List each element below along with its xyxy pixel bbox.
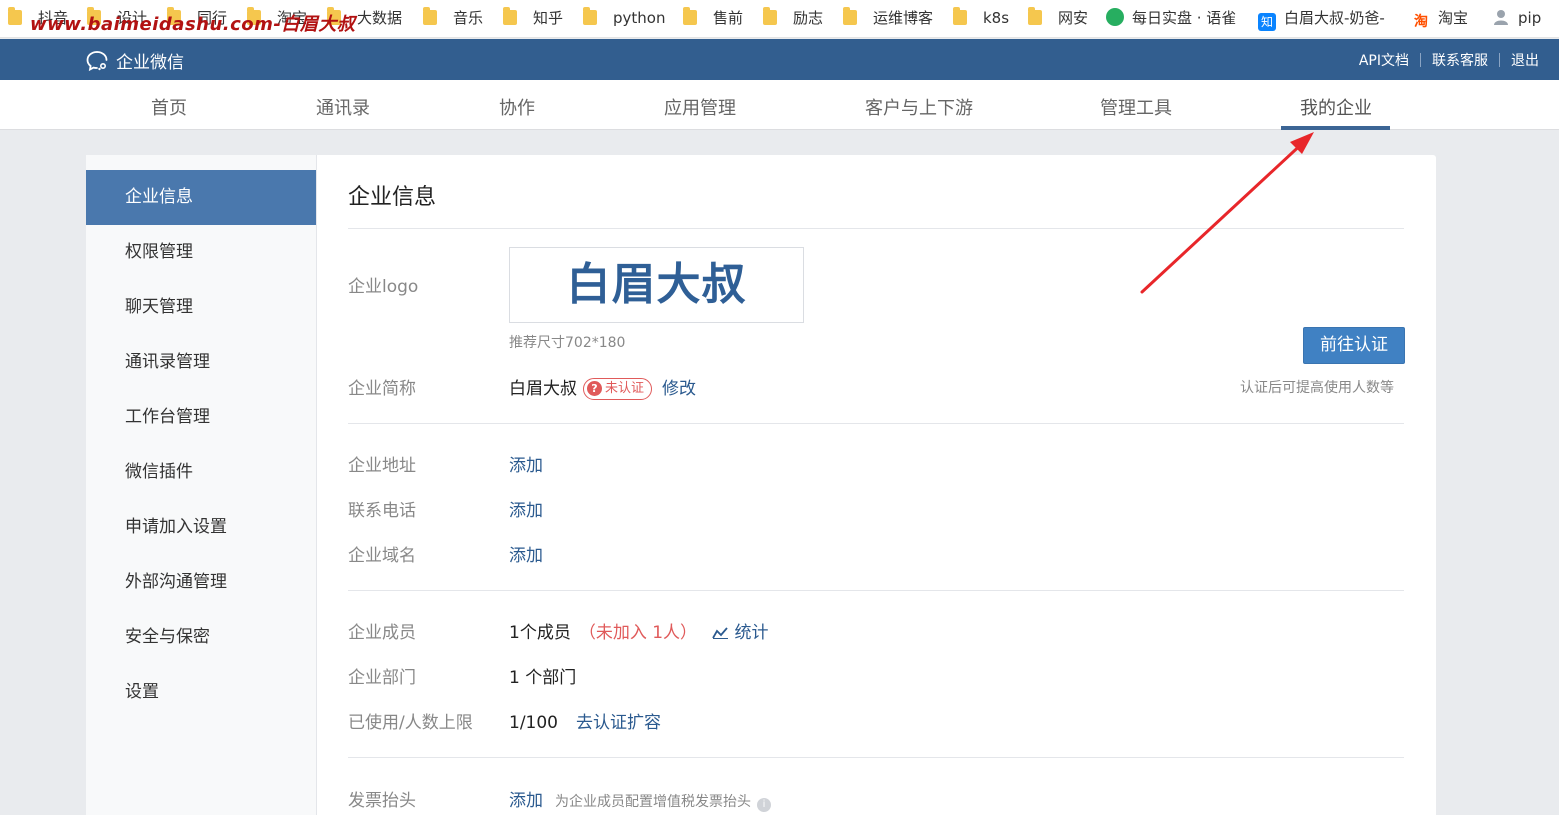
logout-link[interactable]: 退出 bbox=[1511, 50, 1539, 70]
bookmark-item[interactable]: pip bbox=[1492, 8, 1541, 28]
user-icon bbox=[1492, 8, 1510, 26]
stats-icon bbox=[712, 627, 729, 639]
bookmark-item[interactable]: 音乐 bbox=[423, 7, 483, 28]
members-label: 企业成员 bbox=[348, 623, 416, 643]
phone-label: 联系电话 bbox=[348, 501, 416, 521]
sidebar: 企业信息 权限管理 聊天管理 通讯录管理 工作台管理 微信插件 申请加入设置 外… bbox=[86, 155, 317, 815]
usage-label: 已使用/人数上限 bbox=[348, 713, 473, 733]
tab-my-enterprise[interactable]: 我的企业 bbox=[1300, 94, 1372, 120]
address-label: 企业地址 bbox=[348, 456, 416, 476]
taobao-icon: 淘 bbox=[1414, 14, 1428, 30]
add-invoice-link[interactable]: 添加 bbox=[509, 791, 543, 811]
invoice-row: 添加 为企业成员配置增值税发票抬头 i bbox=[509, 786, 771, 812]
divider bbox=[1499, 53, 1500, 67]
bookmark-item[interactable]: 每日实盘 · 语雀 bbox=[1106, 8, 1236, 28]
bookmarks-bar: 抖音 设计 同行 淘宝 大数据 音乐 知乎 python 售前 励志 运维博客 … bbox=[0, 0, 1559, 38]
members-count: 1个成员 bbox=[509, 623, 571, 643]
short-name-label: 企业简称 bbox=[348, 379, 416, 399]
contact-support-link[interactable]: 联系客服 bbox=[1432, 50, 1488, 70]
folder-icon bbox=[843, 7, 857, 25]
info-icon[interactable]: i bbox=[757, 798, 771, 812]
short-name-row: 白眉大叔 ? 未认证 修改 bbox=[509, 374, 696, 400]
sidebar-item-enterprise-info[interactable]: 企业信息 bbox=[86, 170, 316, 225]
folder-icon bbox=[1028, 7, 1042, 25]
bookmark-item[interactable]: k8s bbox=[953, 7, 1009, 28]
tab-app-management[interactable]: 应用管理 bbox=[664, 94, 736, 120]
divider bbox=[348, 590, 1404, 591]
folder-icon bbox=[503, 7, 517, 25]
folder-icon bbox=[583, 7, 597, 25]
sidebar-item-settings[interactable]: 设置 bbox=[86, 665, 316, 720]
invoice-hint: 为企业成员配置增值税发票抬头 bbox=[555, 794, 751, 810]
tab-management-tools[interactable]: 管理工具 bbox=[1100, 94, 1172, 120]
sidebar-item-contacts-management[interactable]: 通讯录管理 bbox=[86, 335, 316, 390]
annotation-arrow bbox=[1140, 132, 1314, 294]
short-name-value: 白眉大叔 bbox=[509, 379, 577, 399]
bookmark-item[interactable]: 网安 bbox=[1028, 7, 1088, 28]
divider bbox=[348, 423, 1404, 424]
bookmark-item[interactable]: 淘淘宝 bbox=[1412, 8, 1468, 30]
sidebar-item-external-communication[interactable]: 外部沟通管理 bbox=[86, 555, 316, 610]
sidebar-item-security[interactable]: 安全与保密 bbox=[86, 610, 316, 665]
bookmark-item[interactable]: 励志 bbox=[763, 7, 823, 28]
tab-customers[interactable]: 客户与上下游 bbox=[865, 94, 973, 120]
sidebar-item-workbench-management[interactable]: 工作台管理 bbox=[86, 390, 316, 445]
page-title: 企业信息 bbox=[348, 185, 437, 210]
usage-row: 1/100 去认证扩容 bbox=[509, 708, 661, 733]
zhihu-icon: 知 bbox=[1258, 13, 1276, 31]
add-address-link[interactable]: 添加 bbox=[509, 451, 543, 476]
expand-capacity-link[interactable]: 去认证扩容 bbox=[576, 713, 661, 733]
stats-link[interactable]: 统计 bbox=[712, 623, 768, 643]
bookmark-item[interactable]: 知乎 bbox=[503, 7, 563, 28]
header-links: API文档 联系客服 退出 bbox=[1359, 50, 1539, 70]
wecom-logo-icon bbox=[86, 50, 108, 71]
app-name: 企业微信 bbox=[116, 53, 184, 73]
sidebar-item-chat-management[interactable]: 聊天管理 bbox=[86, 280, 316, 335]
bookmark-item[interactable]: 知白眉大叔-奶爸- bbox=[1258, 8, 1385, 31]
folder-icon bbox=[683, 7, 697, 25]
app-logo[interactable]: 企业微信 bbox=[86, 48, 184, 73]
sidebar-item-wechat-plugin[interactable]: 微信插件 bbox=[86, 445, 316, 500]
sidebar-item-permissions[interactable]: 权限管理 bbox=[86, 225, 316, 280]
bookmark-item[interactable]: 运维博客 bbox=[843, 7, 933, 28]
logo-size-hint: 推荐尺寸702*180 bbox=[509, 335, 626, 351]
tab-home[interactable]: 首页 bbox=[151, 94, 187, 120]
usage-value: 1/100 bbox=[509, 713, 558, 733]
departments-label: 企业部门 bbox=[348, 668, 416, 688]
tab-contacts[interactable]: 通讯录 bbox=[316, 94, 370, 120]
question-icon: ? bbox=[587, 381, 602, 396]
invoice-label: 发票抬头 bbox=[348, 791, 416, 811]
sidebar-item-join-settings[interactable]: 申请加入设置 bbox=[86, 500, 316, 555]
folder-icon bbox=[763, 7, 777, 25]
tab-collaboration[interactable]: 协作 bbox=[499, 94, 535, 120]
domain-label: 企业域名 bbox=[348, 546, 416, 566]
logo-label: 企业logo bbox=[348, 277, 419, 297]
departments-value: 1 个部门 bbox=[509, 668, 577, 688]
bookmark-item[interactable]: python bbox=[583, 7, 665, 28]
divider bbox=[1420, 53, 1421, 67]
add-domain-link[interactable]: 添加 bbox=[509, 541, 543, 566]
divider bbox=[348, 757, 1404, 758]
enterprise-logo[interactable]: 白眉大叔 bbox=[509, 247, 804, 323]
folder-icon bbox=[8, 7, 22, 25]
yuque-icon bbox=[1106, 8, 1124, 26]
add-phone-link[interactable]: 添加 bbox=[509, 496, 543, 521]
folder-icon bbox=[953, 7, 967, 25]
top-header: 企业微信 API文档 联系客服 退出 bbox=[0, 39, 1559, 80]
folder-icon bbox=[423, 7, 437, 25]
verify-hint: 认证后可提高使用人数等 bbox=[1240, 380, 1394, 396]
watermark: www.baimeidashu.com-白眉大叔 bbox=[30, 14, 356, 35]
api-docs-link[interactable]: API文档 bbox=[1359, 50, 1409, 70]
modify-link[interactable]: 修改 bbox=[662, 379, 696, 399]
members-row: 1个成员 （未加入 1人） 统计 bbox=[509, 618, 768, 643]
bookmark-item[interactable]: 售前 bbox=[683, 7, 743, 28]
verify-button[interactable]: 前往认证 bbox=[1303, 327, 1405, 364]
members-not-joined[interactable]: （未加入 1人） bbox=[579, 623, 697, 643]
unverified-badge: ? 未认证 bbox=[583, 378, 653, 400]
